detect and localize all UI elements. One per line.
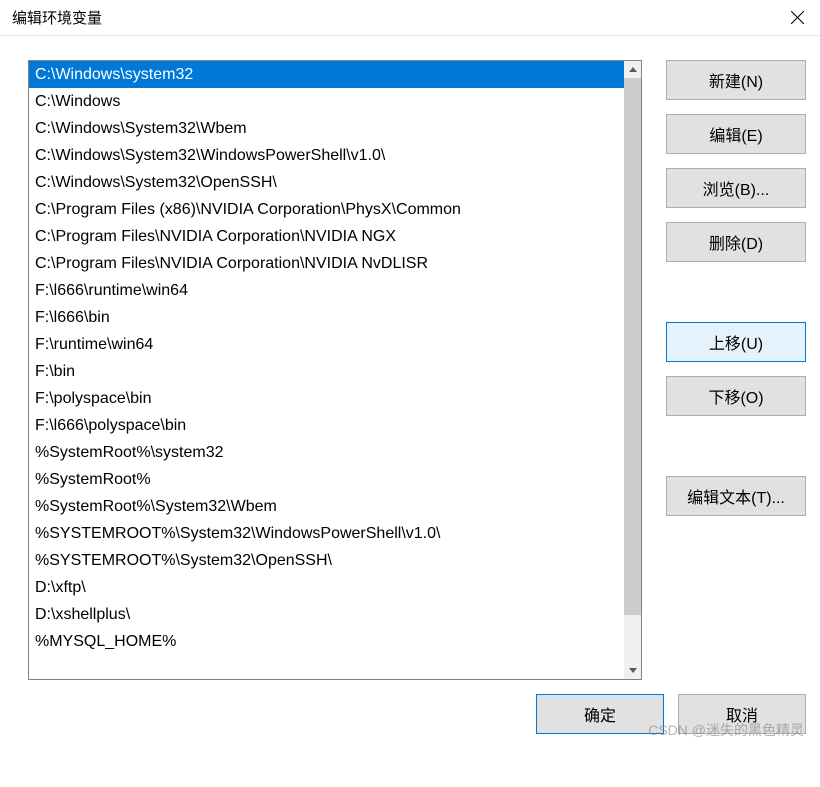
list-item[interactable]: %MYSQL_HOME% [29, 628, 624, 655]
list-item[interactable]: C:\Program Files\NVIDIA Corporation\NVID… [29, 223, 624, 250]
browse-button[interactable]: 浏览(B)... [666, 168, 806, 208]
list-item[interactable]: F:\polyspace\bin [29, 385, 624, 412]
cancel-button[interactable]: 取消 [678, 694, 806, 734]
edit-button[interactable]: 编辑(E) [666, 114, 806, 154]
delete-button[interactable]: 删除(D) [666, 222, 806, 262]
new-button[interactable]: 新建(N) [666, 60, 806, 100]
list-item[interactable]: C:\Windows [29, 88, 624, 115]
list-item[interactable]: C:\Windows\System32\OpenSSH\ [29, 169, 624, 196]
scrollbar-thumb[interactable] [624, 78, 641, 615]
titlebar: 编辑环境变量 [0, 0, 820, 36]
close-icon [791, 11, 804, 24]
list-item[interactable]: D:\xftp\ [29, 574, 624, 601]
list-item[interactable]: F:\bin [29, 358, 624, 385]
list-item[interactable]: F:\runtime\win64 [29, 331, 624, 358]
dialog-content: C:\Windows\system32C:\WindowsC:\Windows\… [0, 36, 820, 680]
list-item[interactable]: C:\Program Files\NVIDIA Corporation\NVID… [29, 250, 624, 277]
list-item[interactable]: F:\l666\bin [29, 304, 624, 331]
dialog-footer: 确定 取消 CSDN @迷失的黑色精灵 [0, 680, 820, 734]
move-up-button[interactable]: 上移(U) [666, 322, 806, 362]
list-item[interactable]: %SystemRoot% [29, 466, 624, 493]
scroll-down-icon[interactable] [624, 662, 641, 679]
list-item[interactable]: C:\Program Files (x86)\NVIDIA Corporatio… [29, 196, 624, 223]
ok-button[interactable]: 确定 [536, 694, 664, 734]
list-item[interactable]: %SystemRoot%\System32\Wbem [29, 493, 624, 520]
list-item[interactable]: %SYSTEMROOT%\System32\WindowsPowerShell\… [29, 520, 624, 547]
list-item[interactable]: %SYSTEMROOT%\System32\OpenSSH\ [29, 547, 624, 574]
button-column: 新建(N) 编辑(E) 浏览(B)... 删除(D) 上移(U) 下移(O) 编… [666, 60, 806, 680]
list-item[interactable]: D:\xshellplus\ [29, 601, 624, 628]
move-down-button[interactable]: 下移(O) [666, 376, 806, 416]
list-item[interactable]: F:\l666\polyspace\bin [29, 412, 624, 439]
window-title: 编辑环境变量 [12, 7, 102, 28]
scrollbar-track[interactable] [624, 78, 641, 662]
close-button[interactable] [774, 0, 820, 36]
list-item[interactable]: C:\Windows\system32 [29, 61, 624, 88]
list-item[interactable]: F:\l666\runtime\win64 [29, 277, 624, 304]
list-item[interactable]: %SystemRoot%\system32 [29, 439, 624, 466]
edit-text-button[interactable]: 编辑文本(T)... [666, 476, 806, 516]
list-item[interactable]: C:\Windows\System32\Wbem [29, 115, 624, 142]
list-item[interactable]: C:\Windows\System32\WindowsPowerShell\v1… [29, 142, 624, 169]
path-listbox[interactable]: C:\Windows\system32C:\WindowsC:\Windows\… [28, 60, 642, 680]
scroll-up-icon[interactable] [624, 61, 641, 78]
vertical-scrollbar[interactable] [624, 61, 641, 679]
